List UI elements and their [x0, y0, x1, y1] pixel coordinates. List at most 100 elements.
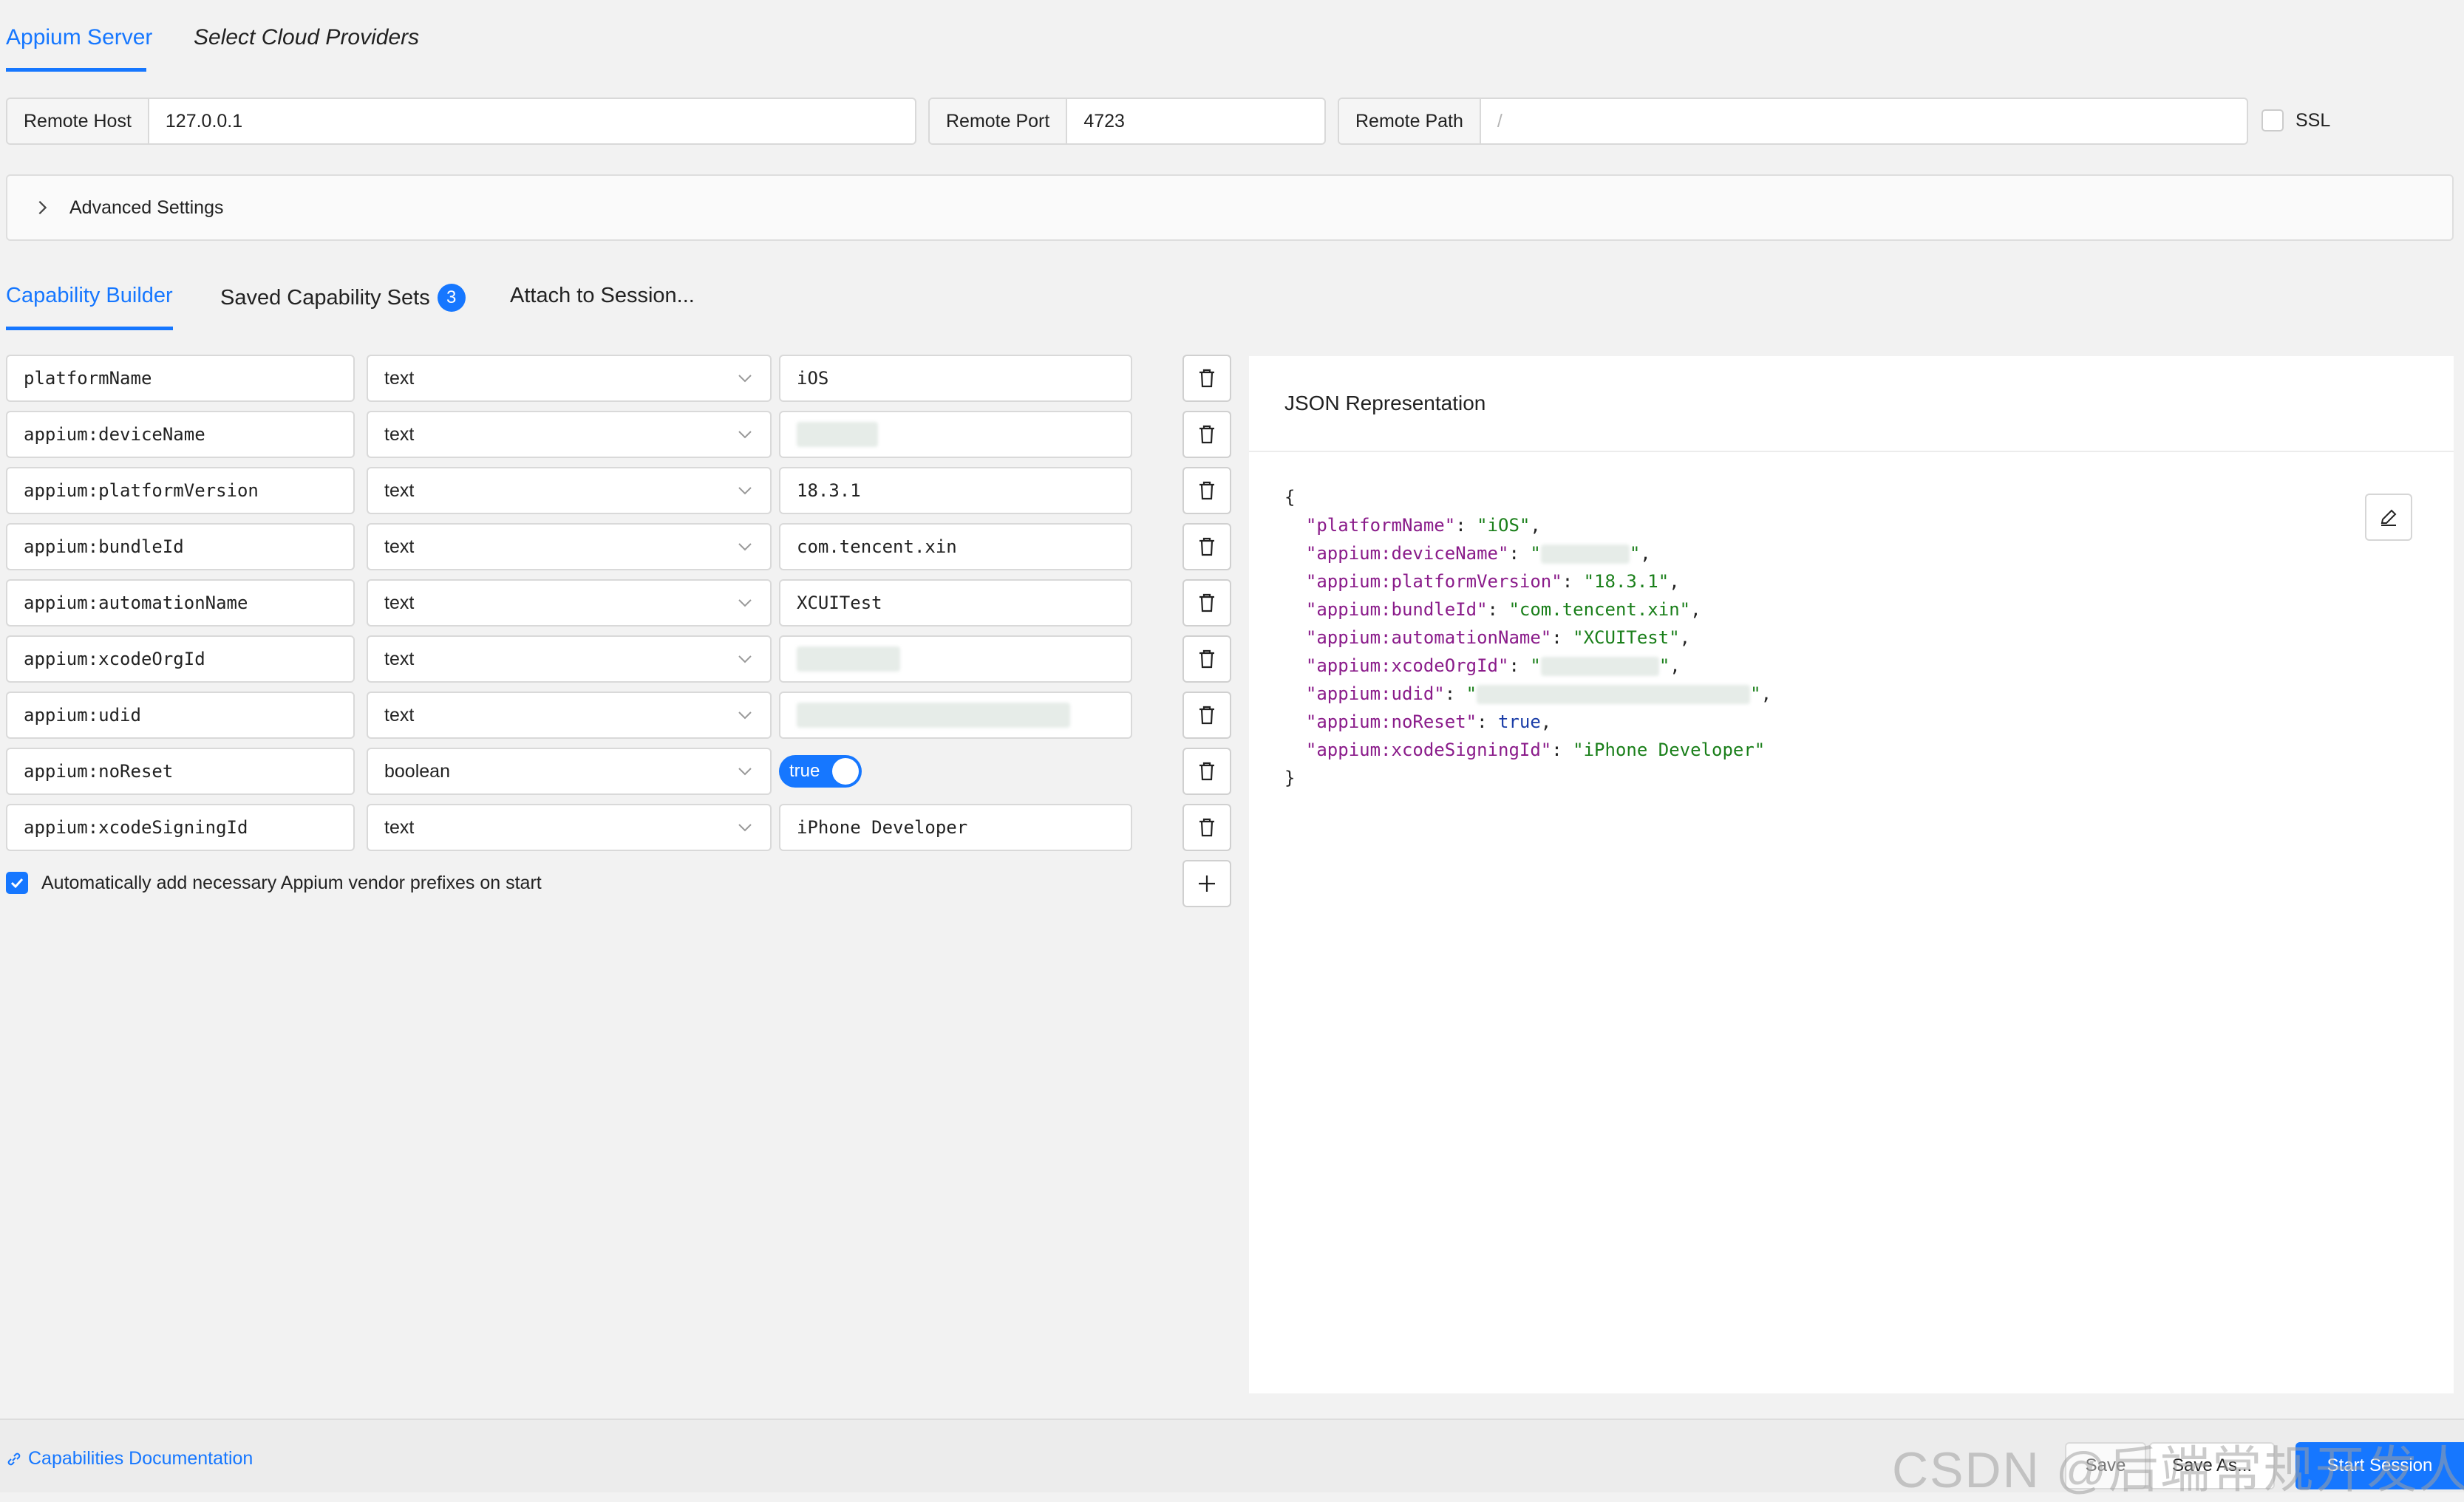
capability-name-input[interactable]: appium:deviceName — [6, 411, 355, 458]
chevron-down-icon — [738, 824, 752, 832]
remote-host-label: Remote Host — [7, 99, 149, 143]
toggle-knob — [832, 758, 859, 785]
remote-path-group: Remote Path / — [1338, 98, 2248, 145]
tab-capability-builder-label: Capability Builder — [6, 284, 173, 307]
capability-value-input[interactable]: iPhone Developer — [779, 804, 1132, 851]
delete-capability-button[interactable] — [1182, 523, 1231, 570]
delete-capability-button[interactable] — [1182, 579, 1231, 627]
tab-capability-builder[interactable]: Capability Builder — [6, 284, 173, 308]
ssl-checkbox[interactable]: SSL — [2261, 109, 2330, 132]
capability-type-value: boolean — [384, 760, 450, 782]
capability-value-input[interactable] — [779, 692, 1132, 739]
json-value: "iPhone Developer" — [1573, 740, 1766, 760]
capability-value-input[interactable] — [779, 411, 1132, 458]
capability-type-value: text — [384, 816, 415, 838]
json-key: "appium:automationName" — [1305, 627, 1552, 648]
capability-type-select[interactable]: text — [367, 692, 772, 739]
capability-row: appium:noReset boolean true — [6, 748, 1233, 795]
capability-row: appium:deviceName text — [6, 411, 1233, 458]
remote-port-label: Remote Port — [930, 99, 1068, 143]
capability-name-input[interactable]: appium:noReset — [6, 748, 355, 795]
json-key: "appium:deviceName" — [1305, 543, 1509, 564]
capability-name-input[interactable]: appium:automationName — [6, 579, 355, 627]
tab-attach-label: Attach to Session... — [510, 284, 695, 307]
delete-capability-button[interactable] — [1182, 411, 1231, 458]
capabilities-docs-link[interactable]: Capabilities Documentation — [6, 1448, 253, 1469]
tab-appium-server[interactable]: Appium Server — [6, 25, 152, 50]
edit-json-button[interactable] — [2365, 494, 2412, 541]
capability-type-select[interactable]: boolean — [367, 748, 772, 795]
capability-type-select[interactable]: text — [367, 523, 772, 570]
no-reset-toggle[interactable]: true — [779, 755, 862, 788]
chevron-right-icon — [38, 200, 47, 215]
delete-capability-button[interactable] — [1182, 804, 1231, 851]
capability-row: platformName text iOS — [6, 355, 1233, 402]
remote-port-group: Remote Port 4723 — [928, 98, 1326, 145]
trash-icon — [1199, 369, 1214, 388]
capability-type-select[interactable]: text — [367, 411, 772, 458]
tab-saved-label: Saved Capability Sets — [220, 285, 430, 310]
capability-type-value: text — [384, 479, 415, 501]
json-key: "appium:platformVersion" — [1305, 571, 1562, 592]
capability-row: appium:xcodeOrgId text — [6, 635, 1233, 683]
ssl-checkbox-box[interactable] — [2261, 109, 2284, 132]
trash-icon — [1199, 425, 1214, 444]
capability-name-input[interactable]: appium:xcodeOrgId — [6, 635, 355, 683]
capability-value-input[interactable]: 18.3.1 — [779, 467, 1132, 514]
trash-icon — [1199, 481, 1214, 500]
json-open-brace: { — [1284, 487, 1296, 508]
delete-capability-button[interactable] — [1182, 355, 1231, 402]
advanced-settings-label: Advanced Settings — [69, 197, 224, 218]
capability-value-input[interactable]: XCUITest — [779, 579, 1132, 627]
capability-type-select[interactable]: text — [367, 804, 772, 851]
json-value: "com.tencent.xin" — [1508, 599, 1691, 620]
json-key: "platformName" — [1305, 515, 1456, 536]
capability-name-input[interactable]: appium:udid — [6, 692, 355, 739]
json-value: "XCUITest" — [1573, 627, 1680, 648]
delete-capability-button[interactable] — [1182, 692, 1231, 739]
vendor-prefix-checkbox-box[interactable] — [6, 872, 28, 894]
chevron-down-icon — [738, 655, 752, 663]
trash-icon — [1199, 706, 1214, 725]
delete-capability-button[interactable] — [1182, 467, 1231, 514]
delete-capability-button[interactable] — [1182, 748, 1231, 795]
remote-path-input[interactable]: / — [1481, 99, 2247, 143]
footer-bar: Capabilities Documentation Save Save As.… — [0, 1419, 2464, 1498]
trash-icon — [1199, 593, 1214, 612]
advanced-settings-collapse[interactable]: Advanced Settings — [6, 174, 2454, 241]
capability-name-input[interactable]: platformName — [6, 355, 355, 402]
json-key: "appium:xcodeSigningId" — [1305, 740, 1552, 760]
capability-name-input[interactable]: appium:xcodeSigningId — [6, 804, 355, 851]
json-value: " " — [1530, 543, 1641, 564]
json-key: "appium:udid" — [1305, 683, 1445, 704]
vendor-prefix-checkbox[interactable]: Automatically add necessary Appium vendo… — [6, 872, 542, 894]
capabilities-docs-label: Capabilities Documentation — [28, 1448, 253, 1469]
json-value: "18.3.1" — [1583, 571, 1670, 592]
tab-saved-capability-sets[interactable]: Saved Capability Sets 3 — [220, 284, 466, 312]
capability-row: appium:platformVersion text 18.3.1 — [6, 467, 1233, 514]
capability-value-input[interactable]: com.tencent.xin — [779, 523, 1132, 570]
capability-type-select[interactable]: text — [367, 355, 772, 402]
trash-icon — [1199, 649, 1214, 669]
remote-path-label: Remote Path — [1339, 99, 1481, 143]
capability-value-input[interactable] — [779, 635, 1132, 683]
capability-name-input[interactable]: appium:platformVersion — [6, 467, 355, 514]
capability-value-input[interactable]: iOS — [779, 355, 1132, 402]
plus-icon — [1199, 875, 1215, 892]
remote-host-input[interactable]: 127.0.0.1 — [149, 99, 915, 143]
tab-attach-to-session[interactable]: Attach to Session... — [510, 284, 695, 308]
remote-host-group: Remote Host 127.0.0.1 — [6, 98, 916, 145]
delete-capability-button[interactable] — [1182, 635, 1231, 683]
add-capability-button[interactable] — [1182, 860, 1231, 907]
capability-name-input[interactable]: appium:bundleId — [6, 523, 355, 570]
capability-type-select[interactable]: text — [367, 467, 772, 514]
json-key: "appium:noReset" — [1305, 711, 1477, 732]
trash-icon — [1199, 762, 1214, 781]
json-value: "iOS" — [1477, 515, 1531, 536]
capability-type-select[interactable]: text — [367, 635, 772, 683]
json-representation-panel: JSON Representation { "platformName": "i… — [1249, 356, 2454, 1393]
capability-type-select[interactable]: text — [367, 579, 772, 627]
remote-port-input[interactable]: 4723 — [1067, 99, 1324, 143]
tab-select-cloud-providers[interactable]: Select Cloud Providers — [194, 25, 419, 50]
capability-type-value: text — [384, 704, 415, 726]
